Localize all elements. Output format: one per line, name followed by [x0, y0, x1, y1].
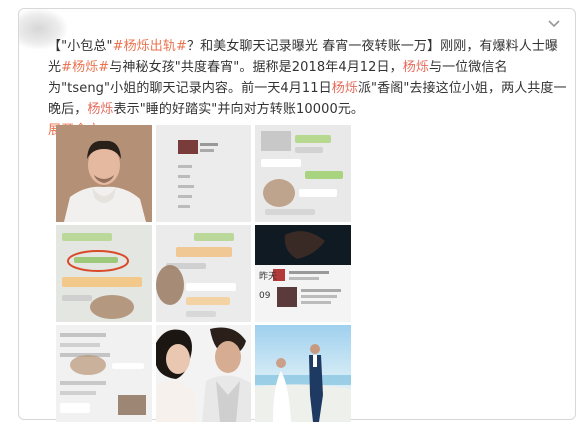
weibo-date-label: 昨天: [259, 272, 278, 282]
photo-chat-screenshot-3[interactable]: [56, 225, 152, 322]
weibo-number-label: 09: [259, 291, 271, 301]
name-link-3[interactable]: 杨烁: [87, 102, 113, 117]
chevron-down-icon[interactable]: [547, 19, 561, 29]
name-link-2[interactable]: 杨烁: [332, 81, 358, 96]
photo-man-portrait[interactable]: [56, 125, 152, 222]
topic-link-yangshuo[interactable]: #杨烁#: [61, 60, 109, 75]
title-rest: ？和美女聊天记录曝光 春宵一夜转账一万: [186, 39, 428, 54]
photo-chat-screenshot-4[interactable]: [156, 225, 251, 322]
tag-xiaobaozong: "小包总": [61, 39, 113, 54]
body-text-1: 与神秘女孩"共度春宵"。据称是2018年4月12日，: [109, 60, 403, 75]
bracket-close: 】: [427, 39, 441, 54]
topic-link-yangshuo-chugui[interactable]: #杨烁出轨#: [113, 39, 187, 54]
photo-couple-closeup[interactable]: [156, 325, 251, 422]
photo-couple-beach[interactable]: [255, 325, 351, 422]
body-text-4: 表示"睡的好踏实"并向对方转账10000元。: [113, 102, 365, 117]
photo-chat-screenshot-5[interactable]: [56, 325, 152, 422]
photo-weibo-screenshot[interactable]: 昨天 09: [255, 225, 351, 322]
photo-chat-screenshot-1[interactable]: [156, 125, 251, 222]
name-link-1[interactable]: 杨烁: [403, 60, 429, 75]
bracket-open: 【: [48, 39, 62, 54]
photo-chat-screenshot-2[interactable]: [255, 125, 351, 222]
